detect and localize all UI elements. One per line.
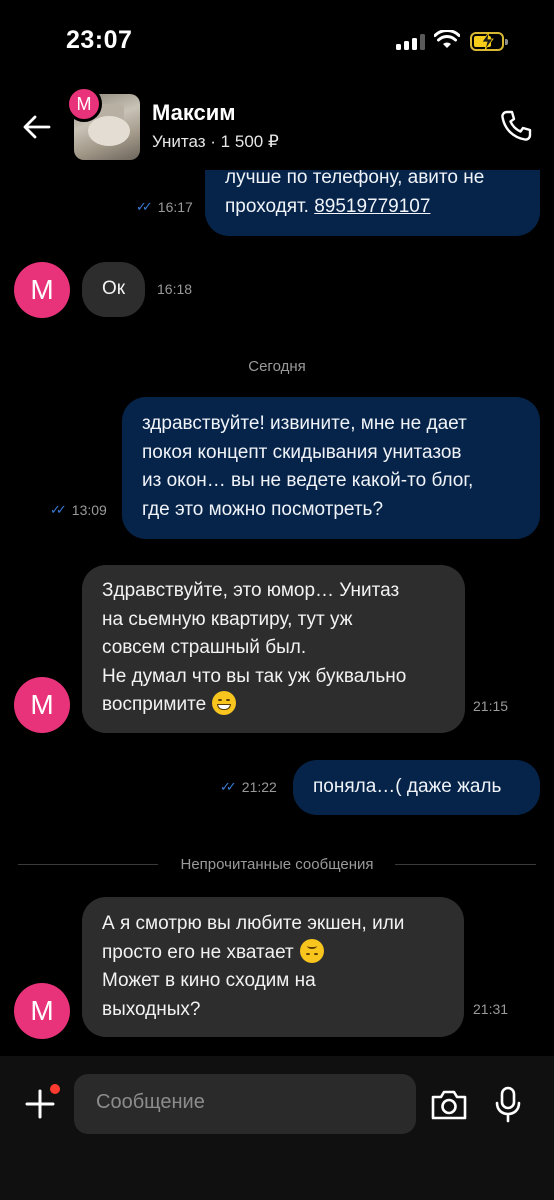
microphone-icon[interactable] — [494, 1086, 522, 1124]
message-text: здравствуйте! извините, мне не дает — [142, 413, 467, 434]
notification-dot — [50, 1084, 60, 1094]
camera-icon[interactable] — [430, 1088, 468, 1122]
message-text: проходят. — [225, 195, 315, 217]
plus-icon[interactable] — [24, 1084, 60, 1120]
message-meta: ✓✓ 16:17 — [136, 199, 193, 215]
double-check-icon: ✓✓ — [220, 779, 237, 794]
message-text: Ок — [102, 278, 126, 299]
chat-header: M Максим Унитаз · 1 500 ₽ — [0, 84, 554, 170]
message-time: 16:17 — [157, 199, 193, 215]
message-bubble-incoming[interactable]: А я смотрю вы любите экшен, или просто е… — [82, 897, 464, 1037]
contact-avatar: M — [66, 86, 102, 122]
message-text: воспримите — [102, 694, 207, 715]
status-bar: 23:07 — [0, 0, 554, 84]
message-text: покоя концепт скидывания унитазов — [142, 441, 462, 463]
message-bubble-outgoing[interactable]: здравствуйте! извините, мне не дает поко… — [122, 397, 540, 539]
battery-icon — [470, 32, 508, 51]
grinning-face-icon — [212, 691, 237, 715]
upside-down-face-icon — [299, 938, 324, 963]
message-text: Не думал что вы так уж буквально — [102, 665, 407, 687]
message-bubble-incoming[interactable]: Здравствуйте, это юмор… Унитаз на сьемну… — [82, 565, 465, 733]
message-text: просто его не хватает — [102, 941, 294, 963]
message-time: 13:09 — [71, 502, 107, 518]
message-text: поняла…( даже жаль — [313, 776, 502, 797]
avatar[interactable]: M — [14, 677, 70, 733]
double-check-icon: ✓✓ — [136, 199, 153, 214]
message-time: 21:15 — [473, 698, 509, 714]
phone-icon[interactable] — [498, 108, 534, 144]
double-check-icon: ✓✓ — [50, 502, 67, 517]
message-text: Может в кино сходим на — [102, 970, 316, 991]
message-time: 21:22 — [241, 779, 277, 795]
avatar[interactable]: M — [14, 983, 70, 1039]
message-time: 16:18 — [157, 281, 193, 297]
wifi-icon — [434, 30, 460, 48]
message-bubble-outgoing[interactable]: поняла…( даже жаль — [293, 760, 540, 815]
message-text: где это можно посмотреть? — [142, 498, 384, 520]
message-text: из окон… вы не ведете какой-то блог, — [142, 470, 474, 491]
listing-title[interactable]: Унитаз · 1 500 ₽ — [152, 132, 279, 152]
message-meta: 21:15 — [473, 698, 508, 714]
phone-link[interactable]: 89519779107 — [314, 196, 430, 217]
message-bubble-incoming[interactable]: Ок — [82, 262, 146, 317]
message-meta: ✓✓ 21:22 — [220, 779, 277, 795]
message-composer: Сообщение — [0, 1056, 554, 1200]
message-meta: ✓✓ 13:09 — [50, 502, 107, 518]
contact-name[interactable]: Максим — [152, 100, 236, 126]
avatar[interactable]: M — [14, 262, 70, 318]
message-text: Здравствуйте, это юмор… Унитаз — [102, 580, 400, 601]
message-input[interactable]: Сообщение — [74, 1074, 416, 1134]
message-text: на сьемную квартиру, тут уж — [102, 608, 353, 630]
back-arrow-icon[interactable] — [22, 112, 52, 142]
message-meta: 21:31 — [473, 1001, 508, 1017]
message-text: совсем страшный был. — [102, 637, 307, 658]
message-text: выходных? — [102, 998, 201, 1020]
message-meta: 16:18 — [157, 281, 192, 297]
status-time: 23:07 — [66, 26, 133, 54]
date-divider: Сегодня — [248, 358, 306, 375]
unread-divider: Непрочитанные сообщения — [18, 856, 536, 874]
signal-icon — [396, 34, 426, 50]
message-text: А я смотрю вы любите экшен, или — [102, 913, 405, 934]
message-time: 21:31 — [473, 1001, 509, 1017]
